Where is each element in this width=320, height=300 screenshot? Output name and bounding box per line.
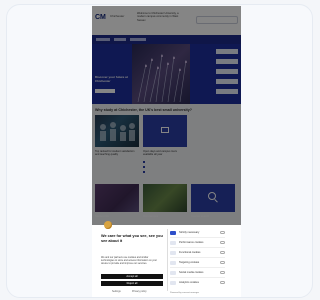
settings-link[interactable]: Settings <box>112 290 121 293</box>
option-label: Strictly necessary <box>179 230 200 234</box>
option-toggle[interactable] <box>220 240 225 244</box>
option-separator <box>170 246 225 247</box>
option-label: Analytics cookies <box>179 280 199 284</box>
option-toggle[interactable] <box>220 230 225 234</box>
consent-title: We care for what you see, see you see ab… <box>101 234 163 243</box>
powered-by-text: Powered by consent manager <box>170 292 200 294</box>
consent-option[interactable]: Strictly necessary <box>170 229 225 237</box>
privacy-link[interactable]: Privacy policy <box>132 290 147 293</box>
toggle-icon <box>170 260 176 265</box>
consent-option[interactable]: Performance cookies <box>170 239 225 247</box>
option-separator <box>170 266 225 267</box>
consent-option[interactable]: Social media cookies <box>170 269 225 277</box>
option-label: Functional cookies <box>179 250 201 254</box>
option-toggle[interactable] <box>220 250 225 254</box>
option-separator <box>170 276 225 277</box>
option-separator <box>170 236 225 237</box>
toggle-icon <box>170 280 176 285</box>
option-toggle[interactable] <box>220 280 225 284</box>
consent-option[interactable]: Analytics cookies <box>170 279 225 287</box>
consent-option[interactable]: Targeting cookies <box>170 259 225 267</box>
consent-option[interactable]: Functional cookies <box>170 249 225 257</box>
toggle-icon <box>170 230 176 235</box>
toggle-icon <box>170 270 176 275</box>
option-toggle[interactable] <box>220 260 225 264</box>
option-toggle[interactable] <box>220 270 225 274</box>
option-label: Targeting cookies <box>179 260 200 264</box>
accept-all-button[interactable]: Accept all <box>101 274 163 279</box>
consent-body: We and our partners use cookies and simi… <box>101 256 157 266</box>
cookie-icon <box>104 221 112 229</box>
modal-divider <box>167 229 168 291</box>
toggle-icon <box>170 240 176 245</box>
option-label: Social media cookies <box>179 270 204 274</box>
option-label: Performance cookies <box>179 240 204 244</box>
reject-all-button[interactable]: Reject all <box>101 281 163 286</box>
toggle-icon <box>170 250 176 255</box>
option-separator <box>170 256 225 257</box>
